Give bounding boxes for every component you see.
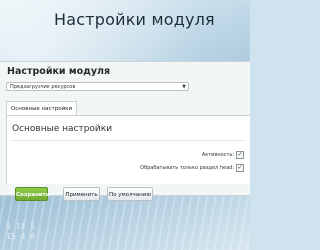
active-checkbox[interactable]: ✓ (236, 151, 244, 159)
chevron-down-icon: ▼ (182, 84, 186, 90)
option-label-head-only: Обрабатывать только раздел head: (140, 165, 234, 171)
page-title: Настройки модуля (7, 66, 111, 77)
default-button[interactable]: По умолчанию (107, 187, 153, 201)
module-select[interactable]: Предзагрузчик ресурсов ▼ (6, 82, 189, 91)
background-digits: 9 14 5 15 4 0 (6, 222, 35, 242)
background-digits-line: 9 14 5 (6, 222, 35, 231)
hero-title: Настройки модуля (54, 10, 215, 29)
background-digits-line: 15 4 0 (6, 232, 35, 241)
apply-button[interactable]: Применить (63, 187, 100, 201)
section-title: Основные настройки (12, 124, 113, 134)
star-icon[interactable]: ☆ (96, 65, 104, 75)
section-divider (12, 140, 244, 141)
option-label-active: Активность: (201, 152, 234, 158)
head-only-checkbox[interactable]: ✓ (236, 164, 244, 172)
tab-main-settings[interactable]: Основные настройки (6, 101, 77, 116)
module-select-value: Предзагрузчик ресурсов (10, 84, 76, 90)
save-button[interactable]: Сохранить (15, 187, 49, 201)
